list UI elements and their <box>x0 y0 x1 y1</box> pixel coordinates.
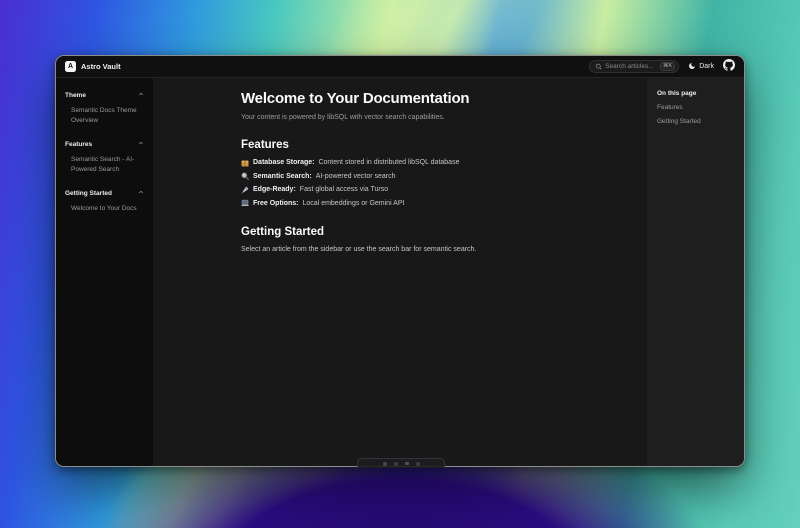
sidebar-section-header-getting-started[interactable]: Getting Started <box>65 189 144 197</box>
chevron-up-icon <box>138 140 144 148</box>
features-list: Database Storage: Content stored in dist… <box>241 158 623 208</box>
sidebar-item-semantic-search[interactable]: Semantic Search - AI-Powered Search <box>65 155 144 175</box>
on-this-page-panel: On this page Features Getting Started <box>647 78 744 466</box>
sidebar-item-welcome-to-your-docs[interactable]: Welcome to Your Docs <box>65 204 144 214</box>
brand-home-link[interactable]: A Astro Vault <box>65 61 121 72</box>
rocket-emoji-icon <box>241 186 249 194</box>
feature-desc: Content stored in distributed libSQL dat… <box>318 158 459 167</box>
app-window: A Astro Vault ⌘K Dark <box>55 55 745 467</box>
feature-term: Semantic Search: <box>253 172 312 181</box>
getting-started-heading: Getting Started <box>241 226 623 238</box>
window-body: Theme Semantic Docs Theme Overview Featu… <box>56 78 744 466</box>
sidebar-section-header-features[interactable]: Features <box>65 140 144 148</box>
search-box[interactable]: ⌘K <box>589 60 679 73</box>
feature-desc: AI-powered vector search <box>316 172 396 181</box>
list-item: Edge-Ready: Fast global access via Turso <box>241 185 623 194</box>
dock-app-icon[interactable] <box>383 462 387 466</box>
github-link[interactable] <box>723 59 735 74</box>
list-item: Free Options: Local embeddings or Gemini… <box>241 199 623 208</box>
toc-title: On this page <box>657 90 734 97</box>
page-title: Welcome to Your Documentation <box>241 90 623 107</box>
package-emoji-icon <box>241 159 249 167</box>
getting-started-text: Select an article from the sidebar or us… <box>241 246 623 253</box>
chevron-up-icon <box>138 189 144 197</box>
sidebar-section-label: Theme <box>65 92 86 99</box>
dock-app-icon[interactable] <box>416 462 420 466</box>
dock-app-icon[interactable] <box>405 462 409 465</box>
list-item: Database Storage: Content stored in dist… <box>241 158 623 167</box>
sidebar-section-label: Getting Started <box>65 190 112 197</box>
theme-toggle-button[interactable]: Dark <box>688 62 714 72</box>
dock-app-icon[interactable] <box>394 462 398 466</box>
toc-link-getting-started[interactable]: Getting Started <box>657 118 734 125</box>
main-content: Welcome to Your Documentation Your conte… <box>153 78 647 466</box>
sidebar-section-features: Features Semantic Search - AI-Powered Se… <box>65 140 144 175</box>
sidebar-item-semantic-docs-theme-overview[interactable]: Semantic Docs Theme Overview <box>65 106 144 126</box>
page-subtitle: Your content is powered by libSQL with v… <box>241 114 623 121</box>
sidebar-section-label: Features <box>65 141 92 148</box>
features-heading: Features <box>241 139 623 151</box>
feature-desc: Fast global access via Turso <box>300 185 388 194</box>
sidebar-nav: Theme Semantic Docs Theme Overview Featu… <box>56 78 153 466</box>
magnifier-emoji-icon <box>241 172 249 180</box>
feature-desc: Local embeddings or Gemini API <box>303 199 405 208</box>
feature-term: Edge-Ready: <box>253 185 296 194</box>
sidebar-section-theme: Theme Semantic Docs Theme Overview <box>65 91 144 126</box>
app-logo: A <box>65 61 76 72</box>
laptop-emoji-icon <box>241 199 249 207</box>
app-title: Astro Vault <box>81 62 121 71</box>
moon-icon <box>688 62 696 72</box>
feature-term: Free Options: <box>253 199 299 208</box>
top-navbar: A Astro Vault ⌘K Dark <box>56 56 744 78</box>
theme-toggle-label: Dark <box>699 63 714 70</box>
sidebar-section-getting-started: Getting Started Welcome to Your Docs <box>65 189 144 214</box>
list-item: Semantic Search: AI-powered vector searc… <box>241 172 623 181</box>
dock-peek[interactable] <box>357 458 445 468</box>
chevron-up-icon <box>138 91 144 99</box>
toc-link-features[interactable]: Features <box>657 104 734 111</box>
search-shortcut-badge: ⌘K <box>660 62 675 72</box>
search-input[interactable] <box>605 63 657 70</box>
sidebar-section-header-theme[interactable]: Theme <box>65 91 144 99</box>
search-icon <box>595 63 602 70</box>
github-icon <box>723 59 735 74</box>
feature-term: Database Storage: <box>253 158 314 167</box>
